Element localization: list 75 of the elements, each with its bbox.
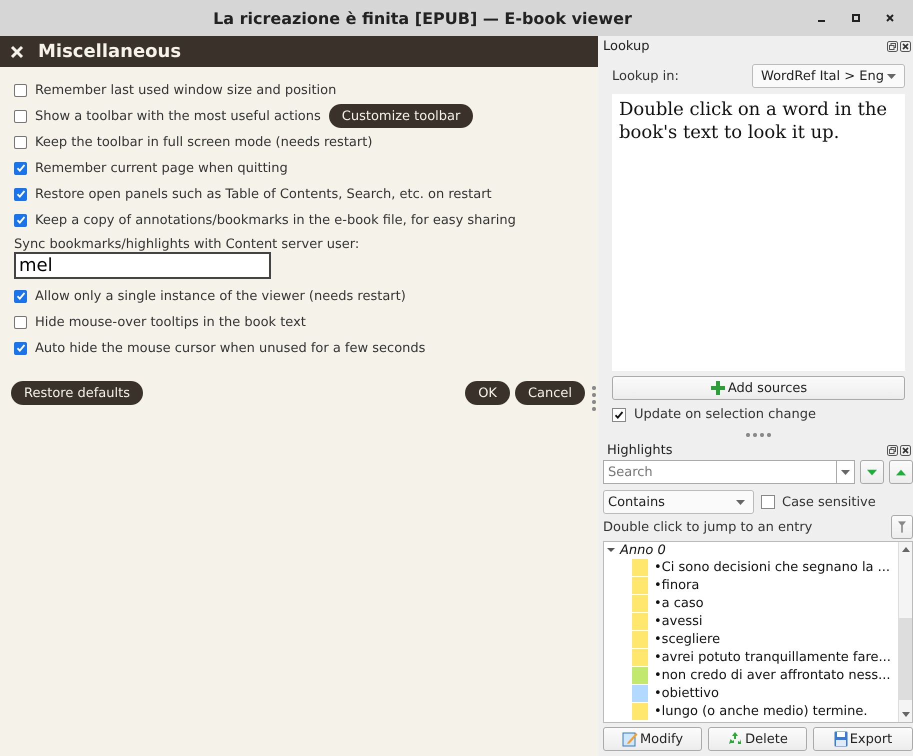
checkbox-label: Keep the toolbar in full screen mode (needs restart) — [35, 134, 372, 150]
plus-icon — [710, 380, 726, 396]
lookup-source-label: Lookup in: — [612, 68, 679, 84]
source-dropdown[interactable]: WordRef Ital > Eng — [752, 64, 905, 88]
funnel-icon — [898, 520, 906, 534]
highlight-entry[interactable]: •obiettivo — [654, 686, 719, 700]
window-title: La ricreazione è finita [EPUB] — E-book viewer — [212, 8, 633, 28]
scroll-up-icon[interactable] — [902, 546, 910, 552]
highlight-entry[interactable]: •scegliere — [654, 632, 720, 646]
checkbox-label: Case sensitive — [782, 494, 876, 510]
dock-title: Lookup — [603, 38, 650, 54]
expand-arrow-icon — [607, 546, 615, 554]
search-history-dropdown[interactable] — [836, 460, 855, 484]
restore-defaults-button[interactable]: Restore defaults — [11, 381, 143, 405]
scroll-down-icon[interactable] — [902, 712, 910, 718]
modify-button[interactable]: Modify — [603, 727, 702, 751]
next-match-button[interactable] — [860, 460, 884, 484]
checkbox[interactable] — [14, 84, 27, 96]
close-icon[interactable] — [900, 444, 911, 456]
checkbox[interactable] — [761, 495, 775, 509]
checkbox[interactable] — [14, 316, 27, 328]
save-icon — [834, 731, 848, 747]
checkbox[interactable] — [612, 408, 626, 422]
checkbox[interactable] — [14, 110, 27, 122]
float-icon[interactable] — [887, 444, 898, 456]
checkbox[interactable] — [14, 188, 27, 200]
close-icon[interactable] — [900, 40, 911, 52]
checkbox[interactable] — [14, 162, 27, 174]
checkbox-label: Auto hide the mouse cursor when unused for a few seconds — [35, 340, 426, 356]
highlight-entry[interactable]: •non credo di aver affrontato ness... — [654, 668, 891, 682]
dropdown-caret-icon — [887, 74, 896, 78]
customize-toolbar-button[interactable]: Customize toolbar — [328, 104, 474, 128]
up-arrow-icon — [896, 468, 906, 476]
checkbox-label: Show a toolbar with the most useful actions — [35, 108, 321, 124]
highlight-entry[interactable]: •a caso — [654, 596, 704, 610]
down-arrow-icon — [867, 468, 877, 476]
checkbox[interactable] — [14, 214, 27, 226]
checkbox[interactable] — [14, 136, 27, 148]
ok-button[interactable]: OK — [465, 381, 510, 405]
checkbox-label: Restore open panels such as Table of Contents, Search, etc. on restart — [35, 186, 492, 202]
checkbox[interactable] — [14, 290, 27, 302]
highlight-entry[interactable]: •finora — [654, 578, 700, 592]
field-label: Sync bookmarks/highlights with Content server user: — [14, 236, 360, 252]
dock-title: Highlights — [607, 442, 672, 458]
dropdown-caret-icon — [736, 500, 745, 504]
float-icon[interactable] — [887, 40, 898, 52]
search-field[interactable]: Search — [603, 460, 836, 484]
hint-text: Double click to jump to an entry — [603, 520, 812, 534]
scrollbar[interactable] — [898, 542, 912, 722]
add-sources-button[interactable]: Add sources — [612, 376, 905, 400]
highlight-entry[interactable]: •lungo (o anche medio) termine. — [654, 704, 868, 718]
maximize-icon[interactable] — [852, 14, 860, 22]
checkbox-label: Remember current page when quitting — [35, 160, 288, 176]
checkbox-label: Remember last used window size and position — [35, 82, 336, 98]
tree-group[interactable]: Anno 0 — [604, 542, 898, 558]
panel-title: Miscellaneous — [38, 41, 182, 62]
highlight-entry[interactable]: •avessi — [654, 614, 702, 628]
highlight-entry[interactable]: •Ci sono decisioni che segnano la ... — [654, 560, 890, 574]
highlight-entry[interactable]: •avrei potuto tranquillamente fare... — [654, 650, 891, 664]
checkbox-label: Allow only a single instance of the viewer (needs restart) — [35, 288, 406, 304]
filter-button[interactable] — [891, 515, 913, 539]
export-button[interactable]: Export — [813, 727, 913, 751]
cancel-button[interactable]: Cancel — [514, 381, 585, 405]
checkbox[interactable] — [14, 342, 27, 354]
username-field[interactable]: mel — [14, 252, 271, 279]
checkbox-label: Update on selection change — [634, 407, 816, 422]
checkbox-label: Keep a copy of annotations/bookmarks in the e-book file, for easy sharing — [35, 212, 516, 228]
lookup-message: Double click on a word in the book's text to look it up. — [612, 94, 905, 371]
edit-icon — [622, 731, 638, 747]
match-mode-dropdown[interactable]: Contains — [603, 490, 754, 514]
checkbox-label: Hide mouse-over tooltips in the book text — [35, 314, 306, 330]
delete-button[interactable]: Delete — [708, 727, 807, 751]
close-icon[interactable] — [886, 14, 894, 22]
dropdown-caret-icon — [841, 470, 850, 474]
previous-match-button[interactable] — [889, 460, 913, 484]
